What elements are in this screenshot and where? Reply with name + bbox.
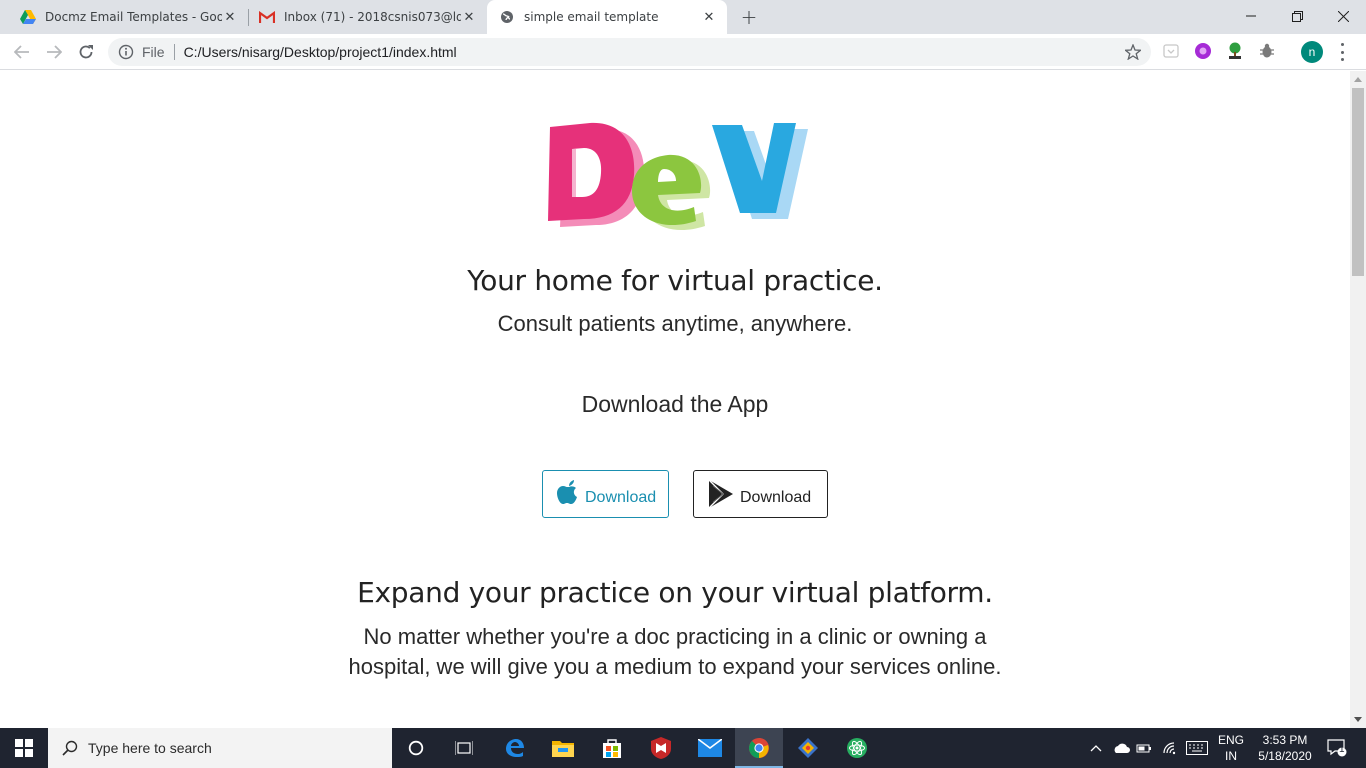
bookmark-star-icon[interactable] <box>1125 44 1141 60</box>
close-icon <box>1337 10 1349 22</box>
scheme-label: File <box>142 44 165 60</box>
extension-color-picker-icon[interactable] <box>1194 42 1212 60</box>
minimize-button[interactable] <box>1228 0 1274 32</box>
close-tab-icon[interactable]: ✕ <box>222 9 238 25</box>
minimize-icon <box>1246 15 1256 17</box>
app-store-button-label: Download <box>585 489 657 506</box>
search-placeholder: Type here to search <box>88 740 212 756</box>
play-store-button-label: Download <box>740 489 812 506</box>
input-language-indicator[interactable]: ENG IN <box>1212 732 1250 764</box>
chrome-icon[interactable] <box>735 728 783 768</box>
onedrive-cloud-icon[interactable] <box>1111 728 1131 768</box>
tab-title: Inbox (71) - 2018csnis073@ldce.a <box>284 10 461 24</box>
extension-pocket-icon[interactable] <box>1162 42 1180 60</box>
back-button[interactable] <box>8 38 36 66</box>
tab-gmail-inbox[interactable]: Inbox (71) - 2018csnis073@ldce.a ✕ <box>249 0 487 34</box>
new-tab-button[interactable]: + <box>738 5 760 29</box>
globe-icon <box>499 9 515 25</box>
tab-title: Docmz Email Templates - Google <box>45 10 222 24</box>
play-store-download-button[interactable]: Download <box>693 470 828 518</box>
edge-browser-icon[interactable] <box>490 728 538 768</box>
tab-docmz-email-templates[interactable]: Docmz Email Templates - Google ✕ <box>0 0 248 34</box>
close-tab-icon[interactable]: ✕ <box>701 9 717 25</box>
file-explorer-icon[interactable] <box>539 728 587 768</box>
close-window-button[interactable] <box>1320 0 1366 32</box>
browser-menu-icon[interactable] <box>1338 43 1346 61</box>
reload-button[interactable] <box>72 38 100 66</box>
sourcetree-app-icon[interactable] <box>784 728 832 768</box>
tab-strip: Docmz Email Templates - Google ✕ Inbox (… <box>0 0 1366 34</box>
clock-time: 3:53 PM <box>1262 733 1308 747</box>
download-title: Download the App <box>581 391 769 417</box>
atom-editor-icon[interactable] <box>833 728 881 768</box>
tab-title: simple email template <box>524 10 659 24</box>
battery-icon[interactable] <box>1135 728 1153 768</box>
app-store-download-button[interactable]: Download <box>542 470 669 518</box>
info-icon[interactable] <box>118 44 134 60</box>
scrollbar-thumb[interactable] <box>1352 88 1364 276</box>
dev-logo <box>548 122 808 231</box>
mcafee-icon[interactable] <box>637 728 685 768</box>
profile-avatar[interactable]: n <box>1301 41 1323 63</box>
extension-bug-icon[interactable] <box>1258 42 1276 60</box>
page-viewport: Your home for virtual practice. Consult … <box>0 71 1350 728</box>
cortana-icon[interactable] <box>392 728 440 768</box>
url-text[interactable]: C:/Users/nisarg/Desktop/project1/index.h… <box>184 44 457 60</box>
wifi-icon[interactable] <box>1160 728 1180 768</box>
restore-button[interactable] <box>1274 0 1320 32</box>
gmail-icon <box>259 9 275 25</box>
windows-taskbar: Type here to search ENG IN 3:53 PM 5/18/… <box>0 728 1366 768</box>
task-view-icon[interactable] <box>440 728 488 768</box>
region-code: IN <box>1225 749 1237 763</box>
apple-icon <box>557 480 577 504</box>
clock-date: 5/18/2020 <box>1258 749 1312 763</box>
action-center-button[interactable]: 1 <box>1320 728 1354 768</box>
taskbar-search-box[interactable]: Type here to search <box>48 728 392 768</box>
notification-count: 1 <box>1339 744 1345 755</box>
mail-icon[interactable] <box>686 728 734 768</box>
forward-button[interactable] <box>40 38 68 66</box>
extension-html-tree-icon[interactable] <box>1226 42 1244 60</box>
browser-toolbar: File C:/Users/nisarg/Desktop/project1/in… <box>0 34 1366 70</box>
windows-logo-icon <box>15 739 33 757</box>
page-headline: Your home for virtual practice. <box>467 264 883 297</box>
page-subheadline: Consult patients anytime, anywhere. <box>497 311 853 336</box>
show-hidden-icons-chevron-icon[interactable] <box>1088 728 1104 768</box>
language-code: ENG <box>1217 733 1244 747</box>
back-arrow-icon <box>14 45 29 59</box>
clock[interactable]: 3:53 PM 5/18/2020 <box>1250 732 1320 764</box>
address-bar[interactable]: File C:/Users/nisarg/Desktop/project1/in… <box>108 38 1151 66</box>
google-drive-icon <box>20 9 36 25</box>
reload-icon <box>79 45 93 59</box>
close-tab-icon[interactable]: ✕ <box>461 9 477 25</box>
restore-icon <box>1291 10 1303 22</box>
forward-arrow-icon <box>47 45 62 59</box>
scroll-up-arrow-icon[interactable] <box>1354 77 1362 82</box>
section-title: Expand your practice on your virtual pla… <box>357 576 993 609</box>
search-icon <box>62 740 78 756</box>
scroll-down-arrow-icon[interactable] <box>1354 717 1362 722</box>
tab-simple-email-template[interactable]: simple email template ✕ <box>487 0 727 34</box>
microsoft-store-icon[interactable] <box>588 728 636 768</box>
start-button[interactable] <box>0 728 48 768</box>
page-scrollbar[interactable] <box>1350 71 1366 728</box>
section-paragraph: No matter whether you're a doc practicin… <box>348 624 1002 679</box>
address-separator <box>173 44 175 60</box>
keyboard-icon[interactable] <box>1184 728 1210 768</box>
google-play-icon <box>708 479 733 509</box>
